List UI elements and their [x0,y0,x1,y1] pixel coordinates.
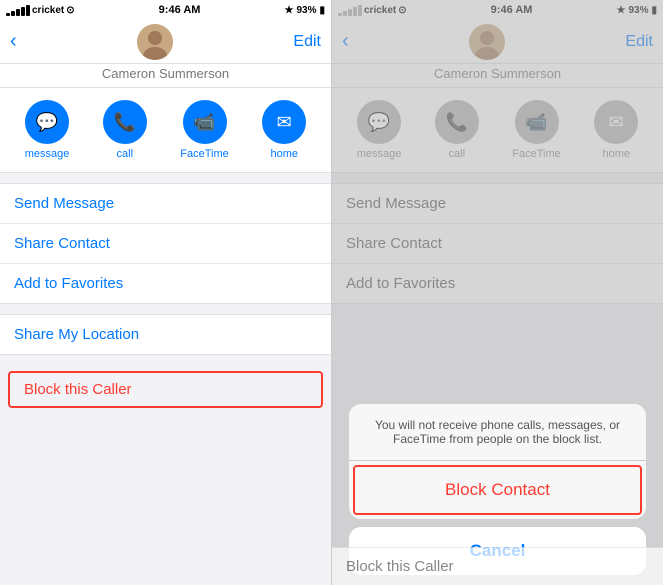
left-nav-bar: ‹ Edit [0,20,331,64]
signal-bar-2 [11,11,15,16]
left-block-caller-row[interactable]: Block this Caller [8,371,323,408]
left-panel: cricket ⊙ 9:46 AM ★ 93% ▮ ‹ Edit Cameron… [0,0,331,585]
signal-bar-5 [26,5,30,16]
left-avatar [137,24,173,60]
left-carrier-name: cricket [32,5,64,16]
battery-icon: ▮ [319,5,325,16]
signal-bar-1 [6,13,10,16]
left-facetime-btn[interactable]: 📹 FaceTime [180,100,229,160]
left-action-buttons: 💬 message 📞 call 📹 FaceTime ✉ home [0,88,331,173]
left-list-section-1: Send Message Share Contact Add to Favori… [0,183,331,304]
message-icon: 💬 [36,112,58,133]
left-list-section-2: Share My Location [0,314,331,355]
signal-bar-4 [21,7,25,16]
block-caller-label: Block this Caller [24,381,132,398]
add-to-favorites-label: Add to Favorites [14,275,123,292]
share-location-label: Share My Location [14,326,139,343]
right-panel: cricket ⊙ 9:46 AM ★ 93% ▮ ‹ Edit Cameron… [332,0,663,585]
left-add-to-favorites-row[interactable]: Add to Favorites [0,264,331,303]
left-message-btn[interactable]: 💬 message [25,100,70,160]
left-home-btn[interactable]: ✉ home [262,100,306,160]
left-send-message-row[interactable]: Send Message [0,184,331,224]
right-partial-block-label: Block this Caller [346,558,454,575]
left-back-button[interactable]: ‹ [10,30,17,53]
wifi-icon: ⊙ [66,5,74,16]
left-share-location-row[interactable]: Share My Location [0,315,331,354]
left-right-status: ★ 93% ▮ [284,5,325,16]
action-sheet-message: You will not receive phone calls, messag… [349,404,647,461]
left-block-section: Block this Caller [0,365,331,414]
left-share-contact-row[interactable]: Share Contact [0,224,331,264]
call-circle: 📞 [103,100,147,144]
left-call-btn[interactable]: 📞 call [103,100,147,160]
battery-percent: 93% [296,5,316,16]
home-icon: ✉ [277,112,292,133]
call-icon: 📞 [114,112,136,133]
message-circle: 💬 [25,100,69,144]
left-carrier: cricket ⊙ [6,5,75,16]
facetime-label: FaceTime [180,148,229,160]
left-time: 9:46 AM [159,4,201,16]
call-label: call [117,148,134,160]
left-edit-button[interactable]: Edit [293,33,321,51]
home-label: home [270,148,298,160]
overlay-backdrop: Block this Caller You will not receive p… [332,0,663,585]
facetime-circle: 📹 [183,100,227,144]
signal-bar-3 [16,9,20,16]
block-contact-button[interactable]: Block Contact [353,465,643,515]
send-message-label: Send Message [14,195,114,212]
signal-icon [6,5,30,16]
right-block-caller-partial: Block this Caller [332,547,663,585]
home-circle: ✉ [262,100,306,144]
bluetooth-icon: ★ [284,5,293,16]
left-contact-name: Cameron Summerson [0,64,331,88]
facetime-icon: 📹 [193,112,215,133]
message-label: message [25,148,70,160]
action-sheet: You will not receive phone calls, messag… [349,404,647,519]
share-contact-label: Share Contact [14,235,110,252]
left-status-bar: cricket ⊙ 9:46 AM ★ 93% ▮ [0,0,331,20]
